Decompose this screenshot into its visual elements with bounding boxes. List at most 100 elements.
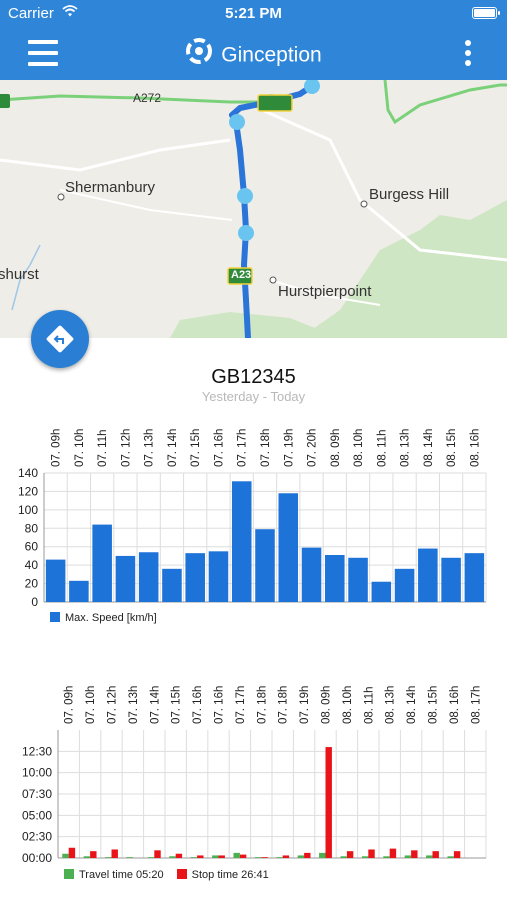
- bar: [90, 851, 97, 858]
- travel-stop-chart-svg: 00:00 02:30 05:00 07:30 10:00 12:30 07. 09h 07.…: [22, 686, 487, 865]
- max-speed-legend: Max. Speed [km/h]: [50, 612, 157, 624]
- y-tick-label: 80: [25, 521, 39, 535]
- x-tick-label: 08. 15h: [446, 429, 458, 467]
- bar: [464, 553, 485, 602]
- x-tick-label: 08. 16h: [449, 686, 461, 724]
- x-tick-label: 08. 10h: [342, 686, 354, 724]
- map-label-shermanbury: Shermanbury: [65, 179, 156, 196]
- bar: [115, 555, 136, 602]
- bar: [154, 850, 161, 858]
- ginception-logo-icon: [185, 37, 213, 71]
- x-tick-label: 07. 14h: [167, 429, 179, 467]
- bar: [255, 529, 275, 602]
- x-tick-label: 07. 13h: [144, 429, 156, 467]
- bar: [212, 855, 219, 858]
- x-tick-label: 08. 14h: [406, 686, 418, 724]
- bar: [111, 849, 118, 858]
- y-tick-label: 00:00: [22, 851, 52, 865]
- x-tick-label: 07. 16h: [192, 686, 204, 724]
- bar: [389, 848, 397, 858]
- bar: [447, 856, 454, 858]
- map-label-hurst: shurst: [0, 266, 39, 283]
- bar: [208, 551, 229, 602]
- x-tick-label: 08. 09h: [330, 429, 342, 467]
- map-canvas: [0, 80, 507, 338]
- max-speed-chart-svg: 0 20 40 60 80 100 120 140 07. 09h 07. 10h 07. 11h 0…: [18, 429, 487, 609]
- x-tick-label: 07. 19h: [299, 686, 311, 724]
- y-tick-label: 60: [25, 540, 39, 554]
- bar: [261, 857, 268, 858]
- bar: [276, 857, 283, 858]
- legend-swatch-speed: [50, 612, 60, 622]
- map-label-a23: A23: [231, 269, 252, 281]
- x-tick-label: 07. 12h: [120, 429, 132, 467]
- y-tick-label: 02:30: [22, 830, 52, 844]
- bar: [348, 557, 368, 602]
- bar: [105, 857, 112, 858]
- directions-button[interactable]: [31, 310, 89, 368]
- vehicle-plate: GB12345: [211, 366, 296, 388]
- bar: [233, 852, 240, 858]
- app-title: Ginception: [221, 43, 322, 67]
- x-tick-label: 07. 18h: [260, 429, 272, 467]
- bar: [301, 547, 322, 602]
- max-speed-chart: 0 20 40 60 80 100 120 140 07. 09h 07. 10h 07. 11h 0…: [0, 410, 507, 630]
- bar: [404, 855, 412, 858]
- x-tick-label: 07. 09h: [64, 686, 76, 724]
- x-tick-label: 07. 10h: [85, 686, 97, 724]
- bar: [453, 851, 461, 858]
- bar: [69, 580, 89, 602]
- x-tick-label: 07. 18h: [256, 686, 268, 724]
- travel-stop-legend: Travel time 05:20 Stop time 26:41: [64, 869, 269, 881]
- bar: [325, 747, 332, 858]
- x-tick-label: 07. 09h: [51, 429, 63, 467]
- x-tick-label: 07. 15h: [190, 429, 202, 467]
- x-tick-label: 07. 18h: [278, 686, 290, 724]
- bar: [340, 856, 347, 858]
- more-options-icon[interactable]: [465, 40, 471, 66]
- bar: [371, 581, 392, 602]
- x-tick-label: 07. 16h: [213, 429, 225, 467]
- y-tick-label: 140: [18, 466, 38, 480]
- bar: [138, 552, 159, 602]
- x-tick-label: 08. 13h: [400, 429, 412, 467]
- x-tick-label: 07. 20h: [307, 429, 319, 467]
- bar: [254, 857, 262, 858]
- bar: [92, 524, 112, 602]
- legend-swatch-travel: [64, 869, 74, 879]
- date-range: Yesterday - Today: [201, 389, 306, 404]
- x-tick-label: 08. 10h: [353, 429, 365, 467]
- bar: [304, 852, 311, 858]
- legend-swatch-stop: [176, 869, 187, 879]
- bar: [394, 568, 415, 602]
- bar: [162, 568, 182, 602]
- route-map[interactable]: A272 Shermanbury Burgess Hill A23 Hurstp…: [0, 80, 507, 338]
- x-tick-label: 07. 19h: [283, 429, 295, 467]
- bar: [297, 855, 305, 858]
- bar: [197, 855, 204, 858]
- x-tick-label: 08. 11h: [363, 686, 375, 724]
- x-tick-label: 07. 17h: [237, 429, 249, 467]
- y-tick-label: 40: [25, 558, 39, 572]
- bar: [147, 857, 155, 858]
- battery-icon: [472, 7, 500, 19]
- bar: [278, 493, 299, 602]
- bar: [368, 849, 375, 858]
- app-brand: Ginception: [0, 38, 507, 71]
- bar: [426, 855, 433, 858]
- y-tick-label: 12:30: [22, 744, 52, 758]
- y-tick-label: 20: [25, 577, 39, 591]
- bar: [383, 856, 390, 858]
- bar: [361, 856, 369, 858]
- bar: [175, 853, 183, 858]
- x-tick-label: 07. 15h: [171, 686, 183, 724]
- bar: [68, 847, 76, 858]
- map-label-burgess-hill: Burgess Hill: [369, 186, 450, 203]
- bar: [239, 854, 247, 858]
- x-tick-label: 07. 11h: [97, 429, 109, 467]
- clock: 5:21 PM: [225, 5, 282, 22]
- x-tick-label: 08. 13h: [385, 686, 397, 724]
- x-tick-label: 08. 09h: [321, 686, 333, 724]
- status-bar: Carrier 5:21 PM: [0, 0, 507, 28]
- y-tick-label: 05:00: [22, 808, 52, 822]
